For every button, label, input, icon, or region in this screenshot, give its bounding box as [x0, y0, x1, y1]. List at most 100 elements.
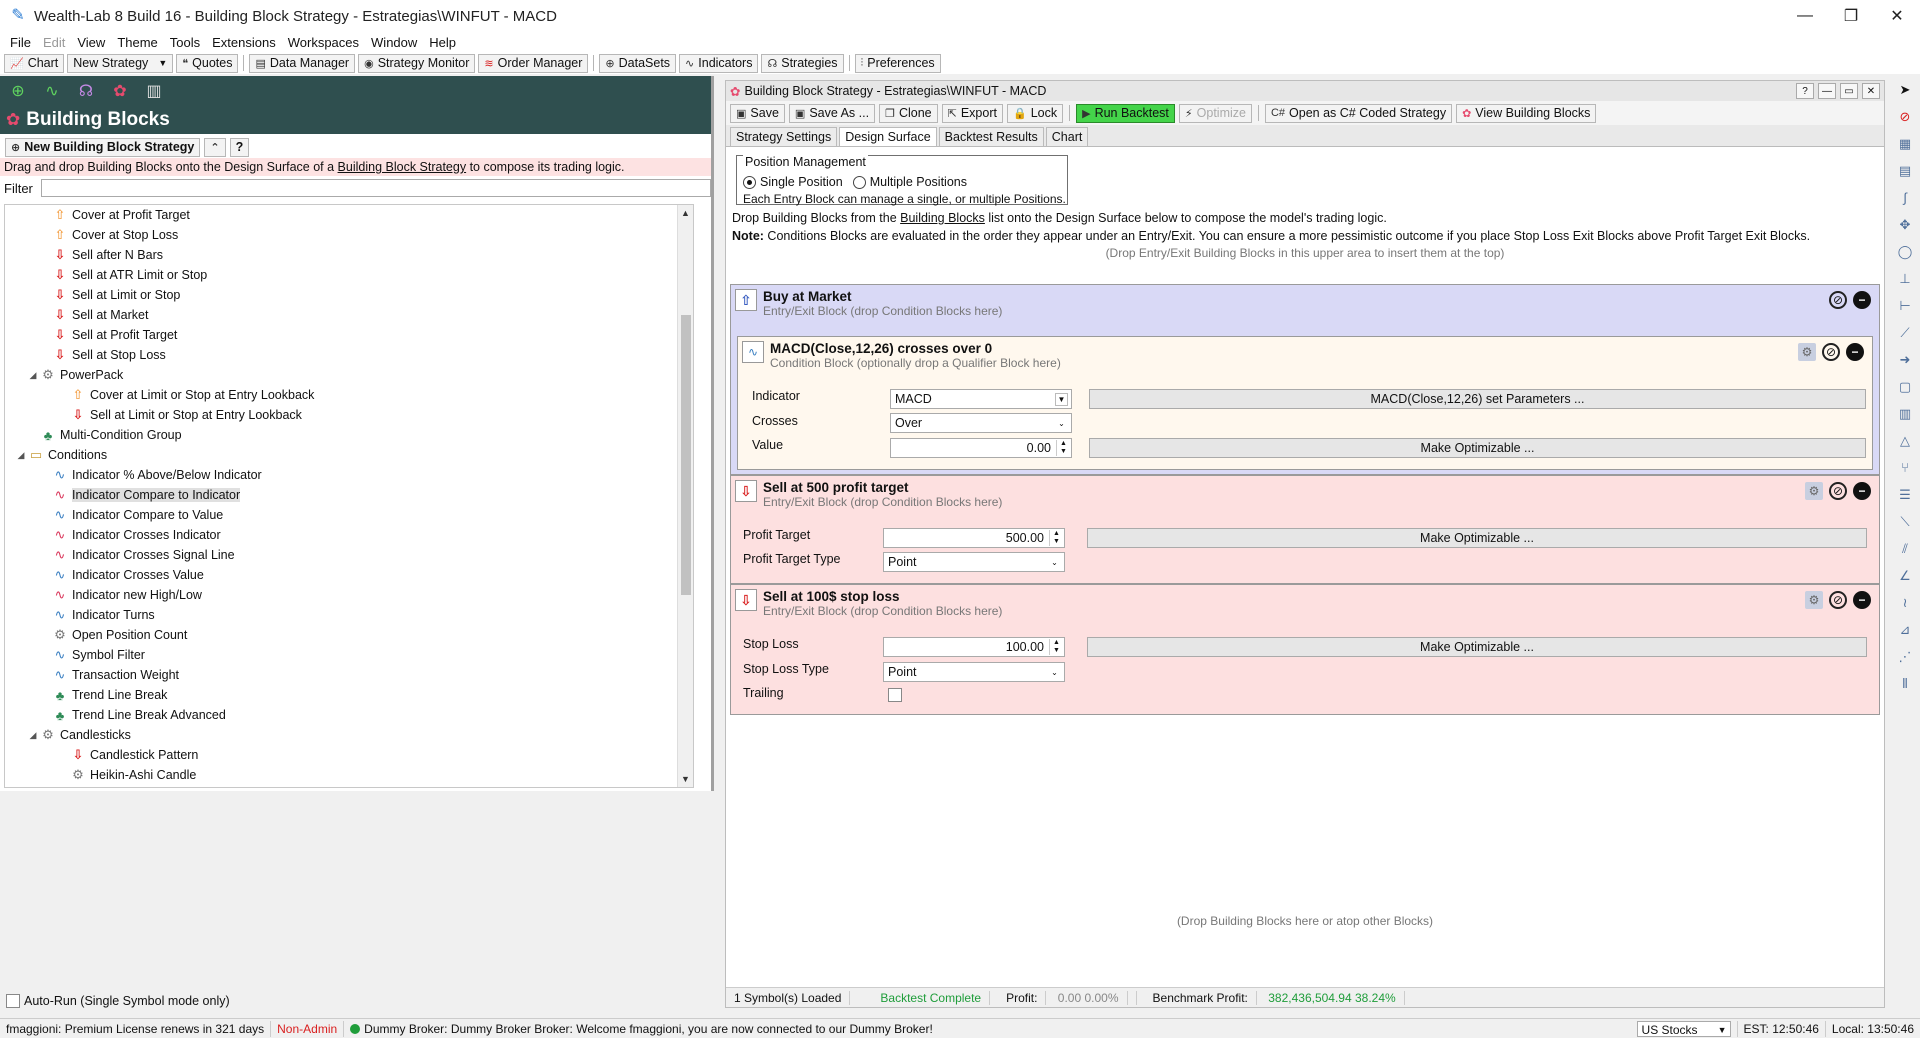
autorun-checkbox[interactable]	[6, 994, 20, 1008]
menu-tools[interactable]: Tools	[164, 35, 206, 50]
autorun-option[interactable]: Auto-Run (Single Symbol mode only)	[6, 994, 230, 1008]
remove-icon[interactable]: −	[1853, 482, 1871, 500]
tree-item[interactable]: ⇩ Sell at ATR Limit or Stop	[5, 265, 693, 285]
restore-icon[interactable]: ❐	[1828, 0, 1874, 32]
value-field[interactable]: 0.00 ▲ ▼	[890, 438, 1072, 458]
close-icon[interactable]: ✕	[1862, 83, 1880, 99]
tree-item[interactable]: ∿ Indicator % Above/Below Indicator	[5, 465, 693, 485]
scroll-down-icon[interactable]: ▼	[678, 771, 693, 787]
grid-icon[interactable]: ▦	[1890, 130, 1920, 157]
profit-target-field[interactable]: 500.00 ▲ ▼	[883, 528, 1065, 548]
run-backtest-button[interactable]: ▶ Run Backtest	[1076, 103, 1175, 123]
curve-icon[interactable]: ∫	[1890, 184, 1920, 211]
tree-item[interactable]: ⚙ Open Position Count	[5, 625, 693, 645]
arrow-icon[interactable]: ➜	[1890, 346, 1920, 373]
blocks-icon[interactable]: ✿	[108, 81, 132, 101]
sell-stop-loss-block[interactable]: ⇩ Sell at 100$ stop loss Entry/Exit Bloc…	[730, 584, 1880, 715]
tree-item[interactable]: ∿ Indicator new High/Low	[5, 585, 693, 605]
tree-item[interactable]: ⇧ Cover at Stop Loss	[5, 225, 693, 245]
tree-item[interactable]: ♣ Trend Line Break	[5, 685, 693, 705]
tree-item[interactable]: ◢ ▭ Conditions	[5, 445, 693, 465]
tree-item[interactable]: ∿ Symbol Filter	[5, 645, 693, 665]
tree-item[interactable]: ⇩ Sell at Limit or Stop at Entry Lookback	[5, 405, 693, 425]
cursor-icon[interactable]: ➤	[1890, 76, 1920, 103]
tree-item[interactable]: ⇩ Sell at Stop Loss	[5, 345, 693, 365]
trailing-checkbox[interactable]	[888, 688, 902, 702]
new-strategy-dropdown[interactable]: New Strategy ▼	[67, 53, 174, 73]
tree-item[interactable]: ⇩ Sell at Market	[5, 305, 693, 325]
tree-item[interactable]: ⇧ Cover at Profit Target	[5, 205, 693, 225]
expand-arrow-icon[interactable]: ◢	[27, 370, 39, 381]
new-building-block-strategy-button[interactable]: ⊕ New Building Block Strategy	[5, 137, 201, 157]
stop-loss-field[interactable]: 100.00 ▲ ▼	[883, 637, 1065, 657]
spinner-icon[interactable]: ▲ ▼	[1056, 440, 1070, 456]
rectangle-icon[interactable]: ▢	[1890, 373, 1920, 400]
polyline-icon[interactable]: ⋰	[1890, 643, 1920, 670]
calendar-icon[interactable]: ▤	[1890, 157, 1920, 184]
scroll-up-icon[interactable]: ▲	[678, 205, 693, 221]
no-entry-icon[interactable]: ⊘	[1890, 103, 1920, 130]
market-select[interactable]: US Stocks ▼	[1636, 1020, 1731, 1037]
text-note-icon[interactable]: ▥	[1890, 400, 1920, 427]
expand-arrow-icon[interactable]: ◢	[27, 730, 39, 741]
info-link[interactable]: Building Block Strategy	[338, 160, 467, 174]
measure-icon[interactable]: ⊿	[1890, 616, 1920, 643]
minimize-icon[interactable]: —	[1818, 83, 1836, 99]
disable-icon[interactable]: ⊘	[1829, 482, 1847, 500]
tree-scrollbar[interactable]: ▲ ▼	[677, 205, 693, 787]
tree-item[interactable]: ⚙ Heikin-Ashi Candle	[5, 765, 693, 785]
tree-item[interactable]: ⇩ Candlestick Pattern	[5, 745, 693, 765]
tree-item[interactable]: ⇩ Sell at Profit Target	[5, 325, 693, 345]
save-as-button[interactable]: ▣ Save As ...	[788, 103, 876, 123]
tree-item[interactable]: ∿ Indicator Compare to Indicator	[5, 485, 693, 505]
gear-icon[interactable]: ⚙	[1805, 591, 1823, 609]
view-building-blocks-button[interactable]: ✿ View Building Blocks	[1456, 103, 1597, 123]
fibonacci-icon[interactable]: ☰	[1890, 481, 1920, 508]
tree-item[interactable]: ∿ Indicator Crosses Value	[5, 565, 693, 585]
strategies-button[interactable]: ☊ Strategies	[761, 53, 844, 73]
preferences-button[interactable]: ⫶ Preferences	[854, 53, 941, 73]
data-manager-button[interactable]: ▤ Data Manager	[249, 53, 356, 73]
save-button[interactable]: ▣ Save	[730, 103, 785, 123]
sell-profit-target-block[interactable]: ⇩ Sell at 500 profit target Entry/Exit B…	[730, 475, 1880, 584]
profit-target-type-select[interactable]: Point ⌄	[883, 552, 1065, 572]
order-manager-button[interactable]: ≋ Order Manager	[478, 53, 589, 73]
remove-icon[interactable]: −	[1853, 291, 1871, 309]
brain-icon[interactable]: ☊	[74, 81, 98, 101]
chart-button[interactable]: 📈 Chart	[4, 53, 65, 73]
filter-input[interactable]	[40, 179, 711, 197]
make-optimizable-button[interactable]: Make Optimizable ...	[1087, 528, 1867, 548]
stop-loss-type-select[interactable]: Point ⌄	[883, 662, 1065, 682]
tree-item[interactable]: ∿ Indicator Crosses Signal Line	[5, 545, 693, 565]
tab-design-surface[interactable]: Design Surface	[839, 127, 937, 146]
tab-chart[interactable]: Chart	[1045, 127, 1089, 146]
datasets-button[interactable]: ⊕ DataSets	[599, 53, 677, 73]
triangle-icon[interactable]: △	[1890, 427, 1920, 454]
menu-extensions[interactable]: Extensions	[206, 35, 282, 50]
scroll-thumb[interactable]	[681, 315, 691, 595]
gear-icon[interactable]: ⚙	[1798, 343, 1816, 361]
buy-at-market-block[interactable]: ⇧ Buy at Market Entry/Exit Block (drop C…	[730, 284, 1880, 475]
fork-icon[interactable]: ⑂	[1890, 454, 1920, 481]
minimize-icon[interactable]: —	[1782, 0, 1828, 32]
menu-file[interactable]: File	[4, 35, 37, 50]
remove-icon[interactable]: −	[1846, 343, 1864, 361]
strategy-monitor-button[interactable]: ◉ Strategy Monitor	[358, 53, 476, 73]
gear-icon[interactable]: ⚙	[1805, 482, 1823, 500]
wave-pattern-icon[interactable]: ≀	[1890, 589, 1920, 616]
ellipse-icon[interactable]: ◯	[1890, 238, 1920, 265]
tree-item[interactable]: ♣ Trend Line Break Advanced	[5, 705, 693, 725]
indicators-button[interactable]: ∿ Indicators	[679, 53, 759, 73]
help-icon[interactable]: ?	[1796, 83, 1814, 99]
library-icon[interactable]: ▥	[142, 81, 166, 101]
export-button[interactable]: ⇱ Export	[941, 103, 1003, 123]
tree-item[interactable]: ⇧ Cover at Limit or Stop at Entry Lookbac…	[5, 385, 693, 405]
crosses-select[interactable]: Over ⌄	[890, 413, 1072, 433]
tab-backtest-results[interactable]: Backtest Results	[938, 127, 1044, 146]
channel-icon[interactable]: ⫽	[1890, 535, 1920, 562]
lock-button[interactable]: 🔒 Lock	[1006, 103, 1064, 123]
ray-icon[interactable]: ⟍	[1890, 508, 1920, 535]
macd-condition-block[interactable]: ∿ MACD(Close,12,26) crosses over 0 Condi…	[737, 336, 1873, 470]
remove-icon[interactable]: −	[1853, 591, 1871, 609]
menu-edit[interactable]: Edit	[37, 35, 71, 50]
